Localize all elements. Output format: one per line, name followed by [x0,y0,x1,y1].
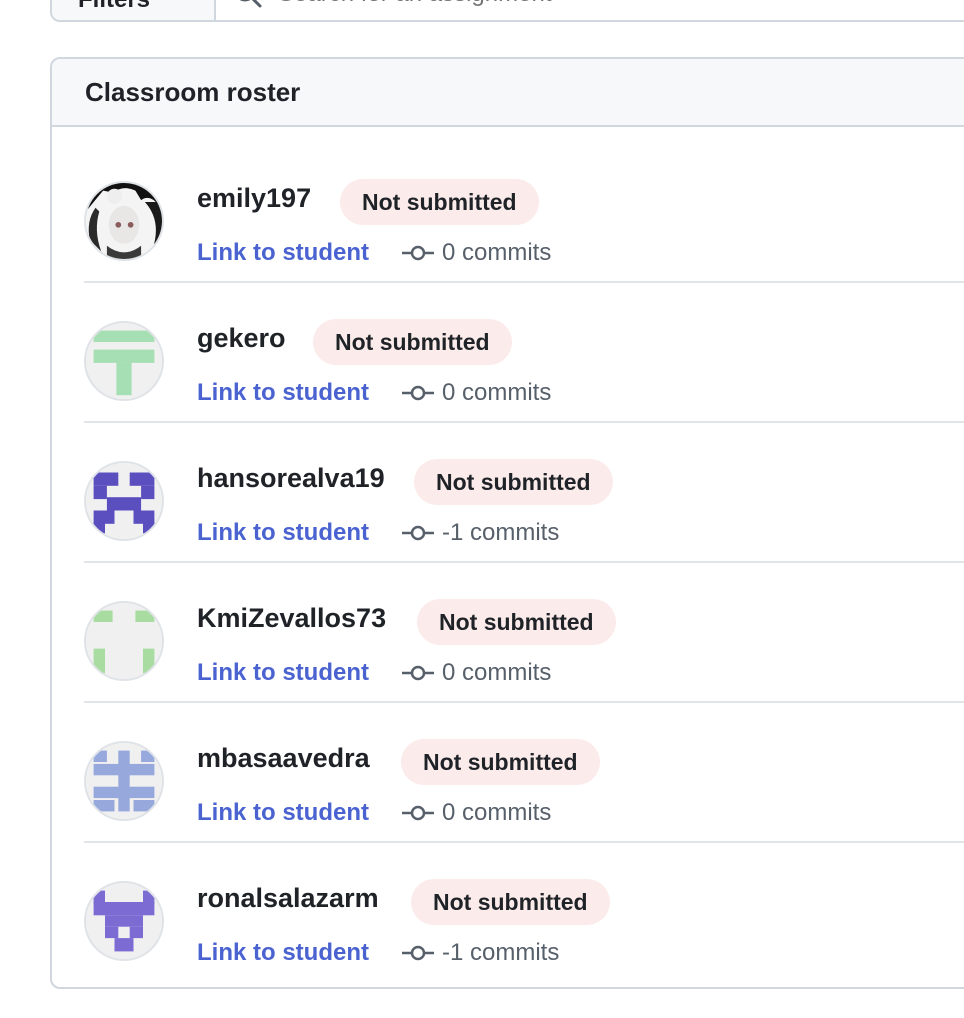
list-item: KmiZevallos73 Not submitted Link to stud… [84,563,964,703]
commit-icon [402,245,434,261]
commit-count-text: -1 commits [442,939,560,966]
identicon-blue-cross-icon [86,743,162,819]
identicon-green-t-icon [86,323,162,399]
roster-title: Classroom roster [52,59,964,127]
avatar [84,881,164,961]
search-input[interactable] [276,0,880,9]
identicon-violet-icon [86,883,162,959]
link-to-student[interactable]: Link to student [197,799,369,827]
photo-avatar-icon [86,183,162,259]
student-username: hansorealva19 [197,463,385,493]
commit-count-text: -1 commits [442,519,560,546]
classroom-roster: Classroom roster emily197 Not submitted … [50,57,964,989]
commit-icon [402,385,434,401]
student-username: KmiZevallos73 [197,603,387,633]
status-badge: Not submitted [340,179,539,225]
link-to-student[interactable]: Link to student [197,659,369,687]
status-badge: Not submitted [411,879,610,925]
commit-count: -1 commits [402,939,559,967]
search-icon [239,0,262,8]
student-username: gekero [197,323,286,353]
commit-icon [402,945,434,961]
commit-count: -1 commits [402,519,559,547]
list-item: emily197 Not submitted Link to student 0… [84,143,964,283]
commit-count-text: 0 commits [442,659,552,686]
commit-count-text: 0 commits [442,379,552,406]
avatar [84,181,164,261]
commit-icon [402,665,434,681]
status-badge: Not submitted [417,599,616,645]
status-badge: Not submitted [401,739,600,785]
student-username: emily197 [197,183,312,213]
commit-count: 0 commits [402,799,551,827]
commit-icon [402,805,434,821]
commit-count: 0 commits [402,379,551,407]
link-to-student[interactable]: Link to student [197,379,369,407]
filters-button[interactable]: Filters [52,0,216,20]
commit-count: 0 commits [402,239,551,267]
list-item: mbasaavedra Not submitted Link to studen… [84,703,964,843]
identicon-green-brackets-icon [86,603,162,679]
link-to-student[interactable]: Link to student [197,239,369,267]
list-item: hansorealva19 Not submitted Link to stud… [84,423,964,563]
status-badge: Not submitted [313,319,512,365]
commit-count-text: 0 commits [442,239,552,266]
avatar [84,461,164,541]
commit-count: 0 commits [402,659,551,687]
filter-bar: Filters [50,0,964,22]
avatar [84,601,164,681]
avatar [84,741,164,821]
link-to-student[interactable]: Link to student [197,519,369,547]
commit-count-text: 0 commits [442,799,552,826]
student-username: mbasaavedra [197,743,370,773]
student-username: ronalsalazarm [197,883,379,913]
list-item: gekero Not submitted Link to student 0 c… [84,283,964,423]
status-badge: Not submitted [414,459,613,505]
link-to-student[interactable]: Link to student [197,939,369,967]
commit-icon [402,525,434,541]
identicon-purple-blocks-icon [86,463,162,539]
avatar [84,321,164,401]
search-box[interactable] [218,0,964,20]
list-item: ronalsalazarm Not submitted Link to stud… [84,843,964,983]
